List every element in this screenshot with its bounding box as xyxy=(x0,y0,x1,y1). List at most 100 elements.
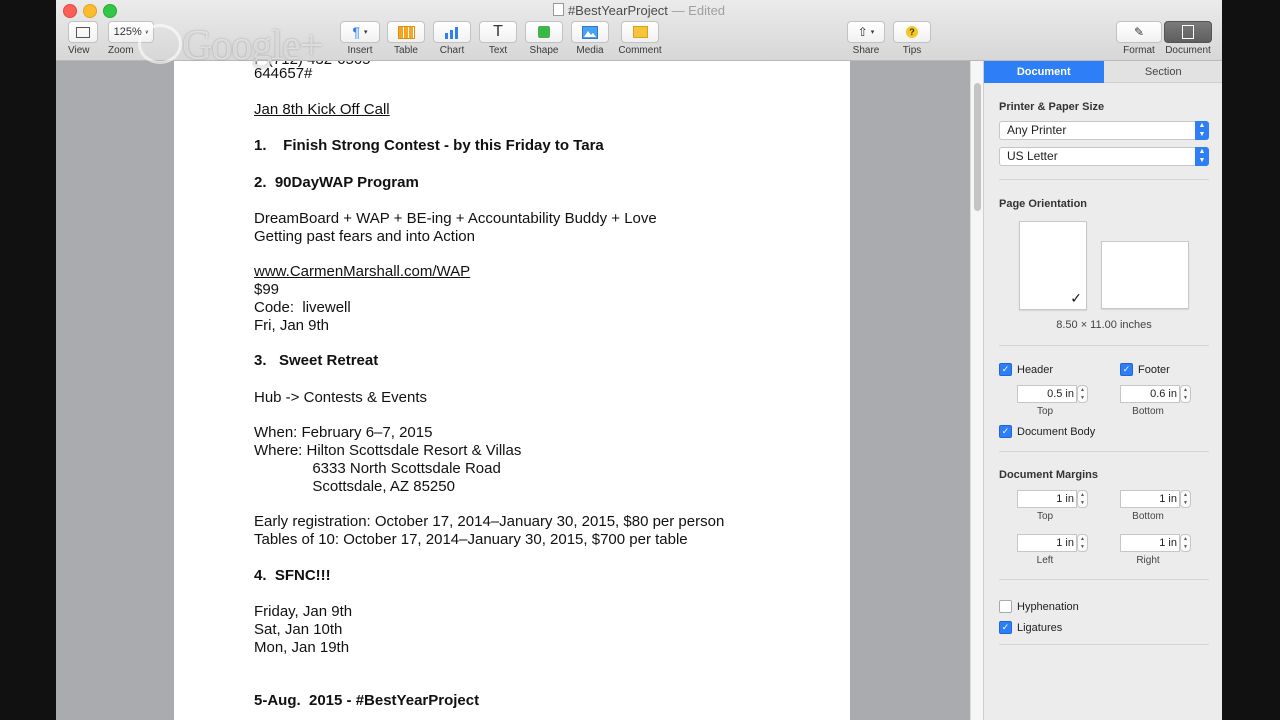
comment-button[interactable] xyxy=(621,21,659,43)
header-margin-input[interactable]: 0.5 in xyxy=(1017,385,1077,403)
document-body-checkbox[interactable]: ✓ Document Body xyxy=(999,425,1095,438)
item-5-heading[interactable]: 5-Aug. 2015 - #BestYearProject xyxy=(254,692,479,710)
header-margin-stepper[interactable]: ▲ ▼ xyxy=(1077,385,1088,403)
select-arrows-icon: ▲ ▼ xyxy=(1195,121,1209,140)
text-tool[interactable]: T Text xyxy=(478,21,518,56)
printer-section-title: Printer & Paper Size xyxy=(999,101,1105,113)
divider xyxy=(999,451,1209,452)
media-tool[interactable]: Media xyxy=(570,21,610,56)
margin-left-input[interactable]: 1 in xyxy=(1017,534,1077,552)
text-line[interactable]: Tables of 10: October 17, 2014–January 3… xyxy=(254,531,688,549)
chevron-down-icon: ▾ xyxy=(364,29,368,36)
printer-select[interactable]: Any Printer ▲ ▼ xyxy=(999,121,1209,140)
margin-right-label: Right xyxy=(1136,555,1160,566)
tips-tool[interactable]: ? Tips xyxy=(892,21,932,56)
footer-checkbox[interactable]: ✓ Footer xyxy=(1120,363,1170,376)
margin-bottom-input[interactable]: 1 in xyxy=(1120,490,1180,508)
view-button[interactable] xyxy=(68,21,98,43)
margin-bottom-stepper[interactable]: ▲ ▼ xyxy=(1180,490,1191,508)
text-line[interactable]: Scottsdale, AZ 85250 xyxy=(254,478,455,496)
item-2-heading[interactable]: 2. 90DayWAP Program xyxy=(254,174,419,192)
share-tool[interactable]: ⇧ ▾ Share xyxy=(846,21,886,56)
item-3-heading[interactable]: 3. Sweet Retreat xyxy=(254,352,378,370)
document-page[interactable]: P (712) 432-6565 644657# Jan 8th Kick Of… xyxy=(174,61,850,720)
text-line[interactable]: Early registration: October 17, 2014–Jan… xyxy=(254,513,724,531)
text-line[interactable]: Where: Hilton Scottsdale Resort & Villas xyxy=(254,442,521,460)
text-line[interactable]: When: February 6–7, 2015 xyxy=(254,424,432,442)
chart-button[interactable] xyxy=(433,21,471,43)
chart-tool[interactable]: Chart xyxy=(432,21,472,56)
scrollbar-thumb[interactable] xyxy=(974,83,981,211)
divider xyxy=(999,179,1209,180)
document-button[interactable] xyxy=(1164,21,1212,43)
zoom-select[interactable]: 125% ▾ xyxy=(108,21,154,43)
text-line[interactable]: 6333 North Scottsdale Road xyxy=(254,460,500,478)
document-icon xyxy=(552,3,564,16)
orientation-section-title: Page Orientation xyxy=(999,198,1088,210)
text-line[interactable]: $99 xyxy=(254,281,279,299)
document-tool[interactable]: Document xyxy=(1160,21,1216,56)
shape-icon xyxy=(538,26,550,38)
format-tool[interactable]: ✎ Format xyxy=(1114,21,1164,56)
ligatures-checkbox[interactable]: ✓ Ligatures xyxy=(999,621,1062,634)
tab-section[interactable]: Section xyxy=(1103,61,1222,83)
format-button[interactable]: ✎ xyxy=(1116,21,1162,43)
vertical-scrollbar[interactable] xyxy=(970,61,984,720)
ligatures-label: Ligatures xyxy=(1017,621,1063,634)
inspector-tabs: Document Section xyxy=(984,61,1222,83)
table-tool[interactable]: Table xyxy=(386,21,426,56)
shape-tool[interactable]: Shape xyxy=(524,21,564,56)
paper-size-select[interactable]: US Letter ▲ ▼ xyxy=(999,147,1209,166)
insert-tool[interactable]: ¶ ▾ Insert xyxy=(336,21,384,56)
item-1-heading[interactable]: 1. Finish Strong Contest - by this Frida… xyxy=(254,137,604,155)
margin-left-stepper[interactable]: ▲ ▼ xyxy=(1077,534,1088,552)
footer-margin-input[interactable]: 0.6 in xyxy=(1120,385,1180,403)
insert-button[interactable]: ¶ ▾ xyxy=(340,21,380,43)
zoom-label: Zoom xyxy=(108,45,134,56)
kickoff-heading[interactable]: Jan 8th Kick Off Call xyxy=(254,101,390,119)
view-icon xyxy=(76,26,90,38)
margin-top-stepper[interactable]: ▲ ▼ xyxy=(1077,490,1088,508)
view-label: View xyxy=(68,45,90,56)
pages-window: #BestYearProject — Edited View 125% ▾ Zo… xyxy=(56,0,1222,720)
share-button[interactable]: ⇧ ▾ xyxy=(847,21,885,43)
share-label: Share xyxy=(852,45,880,56)
text-line[interactable]: Mon, Jan 19th xyxy=(254,639,349,657)
margin-right-stepper[interactable]: ▲ ▼ xyxy=(1180,534,1191,552)
zoom-control[interactable]: 125% ▾ Zoom xyxy=(108,21,154,56)
text-line[interactable]: Code: livewell xyxy=(254,299,351,317)
margin-top-input[interactable]: 1 in xyxy=(1017,490,1077,508)
footer-margin-stepper[interactable]: ▲ ▼ xyxy=(1180,385,1191,403)
table-button[interactable] xyxy=(387,21,425,43)
text-line[interactable]: DreamBoard + WAP + BE-ing + Accountabili… xyxy=(254,210,657,228)
margin-bottom-label: Bottom xyxy=(1132,511,1164,522)
text-line[interactable]: Friday, Jan 9th xyxy=(254,603,352,621)
text-line[interactable]: Fri, Jan 9th xyxy=(254,317,329,335)
text-line[interactable]: Sat, Jan 10th xyxy=(254,621,342,639)
landscape-orientation[interactable] xyxy=(1101,241,1189,309)
text-line[interactable]: Getting past fears and into Action xyxy=(254,228,475,246)
hyphenation-label: Hyphenation xyxy=(1017,600,1079,613)
insert-label: Insert xyxy=(347,45,373,56)
text-button[interactable]: T xyxy=(479,21,517,43)
view-control[interactable]: View xyxy=(68,21,98,56)
document-inspector: Document Section Printer & Paper Size An… xyxy=(983,61,1222,720)
code-line[interactable]: 644657# xyxy=(254,65,312,83)
divider xyxy=(999,644,1209,645)
item-4-heading[interactable]: 4. SFNC!!! xyxy=(254,567,331,585)
zoom-value: 125% xyxy=(113,26,142,38)
header-checkbox[interactable]: ✓ Header xyxy=(999,363,1053,376)
document-canvas[interactable]: P (712) 432-6565 644657# Jan 8th Kick Of… xyxy=(56,61,970,720)
link-line[interactable]: www.CarmenMarshall.com/WAP xyxy=(254,263,470,281)
portrait-orientation[interactable]: ✓ xyxy=(1019,221,1087,310)
comment-tool[interactable]: Comment xyxy=(616,21,664,56)
media-button[interactable] xyxy=(571,21,609,43)
text-line[interactable]: Hub -> Contests & Events xyxy=(254,389,427,407)
header-top-label: Top xyxy=(1036,406,1054,417)
shape-button[interactable] xyxy=(525,21,563,43)
tips-button[interactable]: ? xyxy=(893,21,931,43)
tab-document[interactable]: Document xyxy=(984,61,1104,83)
margin-right-input[interactable]: 1 in xyxy=(1120,534,1180,552)
hyphenation-checkbox[interactable]: Hyphenation xyxy=(999,600,1079,613)
paintbrush-icon: ✎ xyxy=(1133,25,1145,39)
